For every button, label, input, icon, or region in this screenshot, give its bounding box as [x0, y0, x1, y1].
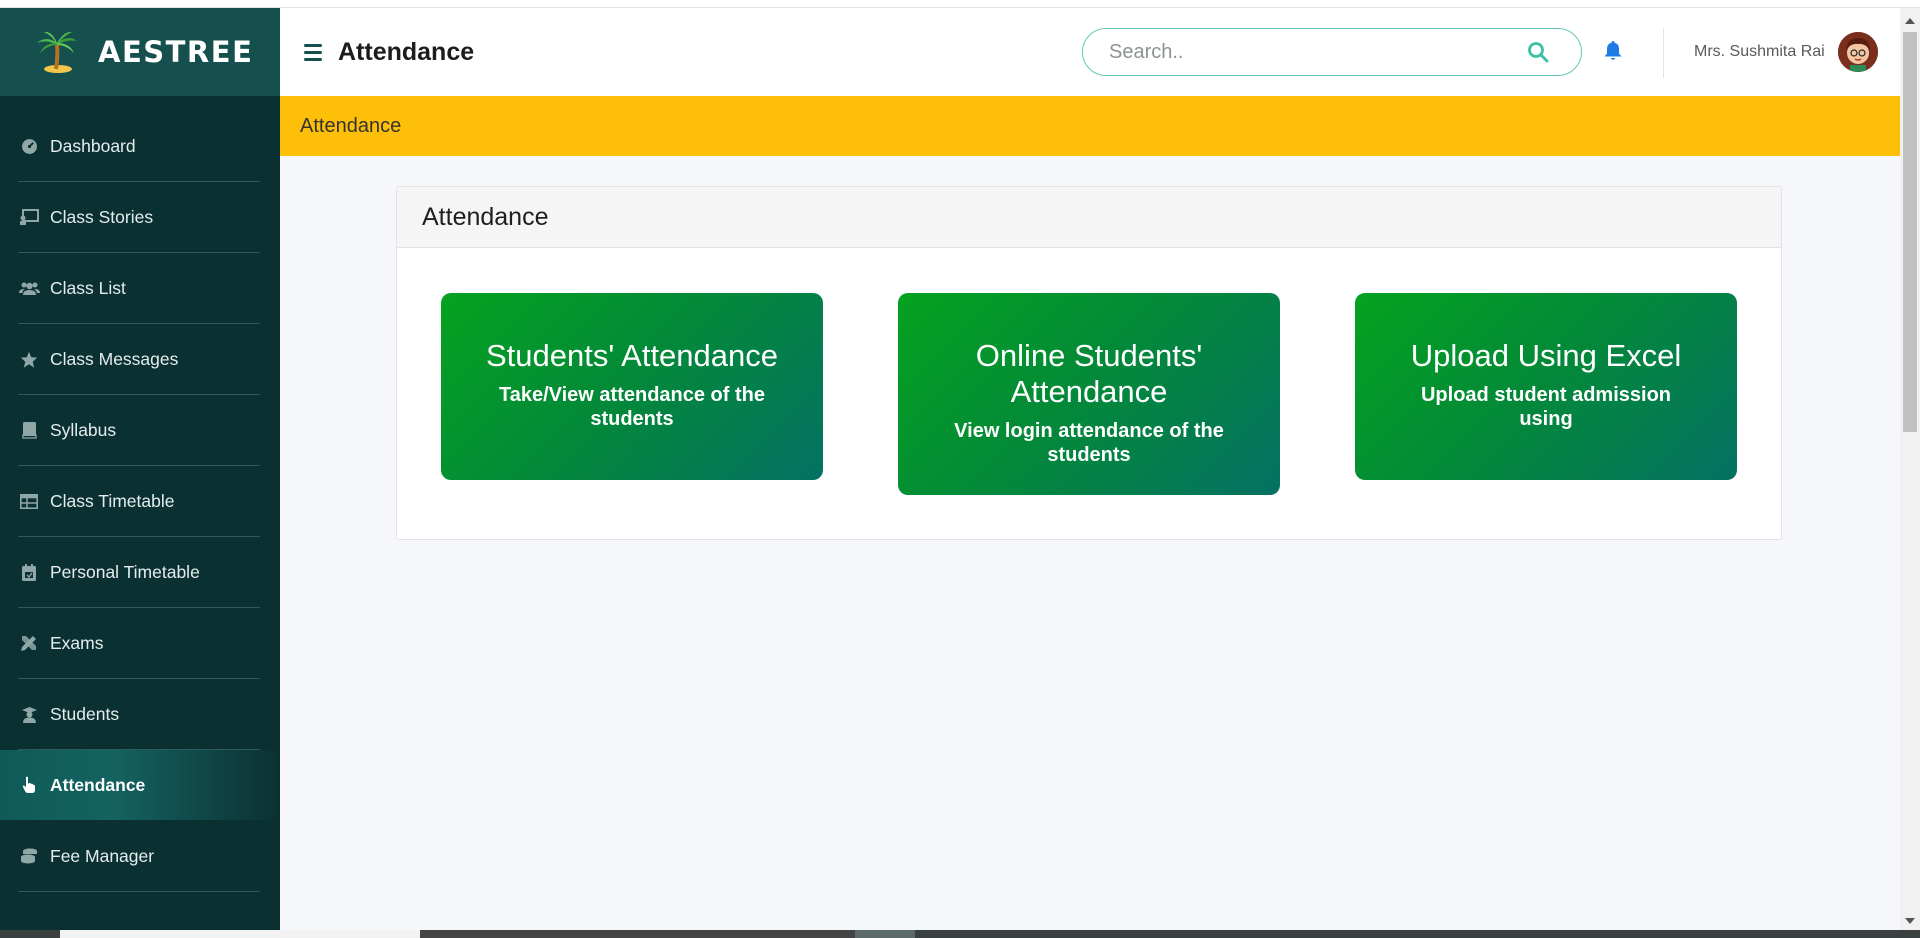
search-input[interactable]	[1109, 40, 1509, 64]
dashboard-icon	[18, 135, 40, 157]
sidebar-item-label: Fee Manager	[50, 845, 155, 866]
pencil-ruler-icon	[18, 632, 40, 654]
sidebar-item-class-stories[interactable]: Class Stories	[18, 182, 260, 253]
table-icon	[18, 490, 40, 512]
browser-top-edge	[0, 0, 1920, 8]
top-header: Attendance Mrs. Sushmita Rai	[280, 8, 1900, 96]
header-divider	[1663, 28, 1664, 78]
taskbar-segment	[60, 930, 420, 938]
sidebar-item-students[interactable]: Students	[18, 679, 260, 750]
sidebar-item-dashboard[interactable]: Dashboard	[18, 111, 260, 182]
scroll-up-arrow-icon[interactable]	[1900, 12, 1920, 30]
sidebar-item-label: Exams	[50, 632, 104, 653]
sidebar-item-syllabus[interactable]: Syllabus	[18, 395, 260, 466]
search-box	[1082, 28, 1582, 76]
sidebar-item-label: Class Timetable	[50, 490, 175, 511]
tile-title: Upload Using Excel	[1410, 338, 1682, 373]
tile-subtitle: View login attendance of the students	[954, 420, 1224, 466]
tile-subtitle: Take/View attendance of the students	[498, 384, 765, 430]
page-scrollbar[interactable]	[1900, 8, 1920, 930]
user-name[interactable]: Mrs. Sushmita Rai	[1694, 43, 1825, 61]
palm-tree-logo-icon	[34, 29, 80, 75]
sidebar-item-personal-timetable[interactable]: Personal Timetable	[18, 537, 260, 608]
taskbar-segment	[420, 930, 860, 938]
sidebar-item-label: Class Stories	[50, 206, 154, 227]
graduate-icon	[18, 703, 40, 725]
card-title: Attendance	[422, 202, 549, 231]
hamburger-menu-icon[interactable]	[304, 41, 326, 63]
sidebar-item-label: Students	[50, 703, 120, 724]
sidebar-item-attendance[interactable]: Attendance	[0, 750, 280, 821]
sidebar-item-label: Class List	[50, 277, 126, 298]
sidebar-item-class-messages[interactable]: Class Messages	[18, 324, 260, 395]
avatar[interactable]	[1838, 32, 1878, 72]
brand-name: AESTREE	[98, 35, 254, 69]
sidebar-item-label: Syllabus	[50, 419, 117, 440]
tile-title: Online Students' Attendance	[975, 338, 1203, 409]
app-root: AESTREE Dashboard Class Stories Class Li…	[0, 0, 1920, 938]
sidebar: AESTREE Dashboard Class Stories Class Li…	[0, 8, 280, 930]
online-students-attendance-tile[interactable]: Online Students' Attendance View login a…	[898, 293, 1280, 495]
search-icon[interactable]	[1527, 41, 1549, 68]
users-icon	[18, 277, 40, 299]
brand[interactable]: AESTREE	[0, 8, 280, 96]
tile-title: Students' Attendance	[485, 338, 779, 373]
sidebar-item-label: Class Messages	[50, 348, 179, 369]
chalkboard-icon	[18, 206, 40, 228]
card-header: Attendance	[397, 187, 1781, 248]
calendar-icon	[18, 561, 40, 583]
coins-icon	[18, 845, 40, 867]
hand-pointer-icon	[18, 774, 40, 796]
sidebar-item-label: Personal Timetable	[50, 561, 200, 582]
page-title: Attendance	[338, 37, 475, 66]
sidebar-item-label: Attendance	[50, 774, 146, 795]
book-icon	[18, 419, 40, 441]
sidebar-nav: Dashboard Class Stories Class List Class…	[0, 96, 280, 892]
notification-bell-icon[interactable]	[1603, 40, 1623, 67]
upload-using-excel-tile[interactable]: Upload Using Excel Upload student admiss…	[1355, 293, 1737, 480]
os-taskbar	[0, 930, 1920, 938]
students-attendance-tile[interactable]: Students' Attendance Take/View attendanc…	[441, 293, 823, 480]
scroll-down-arrow-icon[interactable]	[1900, 912, 1920, 930]
breadcrumb: Attendance	[280, 96, 1900, 156]
sidebar-item-class-list[interactable]: Class List	[18, 253, 260, 324]
breadcrumb-current: Attendance	[300, 114, 402, 137]
sidebar-item-class-timetable[interactable]: Class Timetable	[18, 466, 260, 537]
sidebar-item-exams[interactable]: Exams	[18, 608, 260, 679]
taskbar-segment	[855, 930, 915, 938]
tile-subtitle: Upload student admission using	[1420, 384, 1672, 430]
star-icon	[18, 348, 40, 370]
scrollbar-thumb[interactable]	[1903, 32, 1917, 432]
sidebar-item-fee-manager[interactable]: Fee Manager	[18, 821, 260, 892]
attendance-card: Attendance Students' Attendance Take/Vie…	[396, 186, 1782, 540]
sidebar-item-label: Dashboard	[50, 135, 136, 156]
